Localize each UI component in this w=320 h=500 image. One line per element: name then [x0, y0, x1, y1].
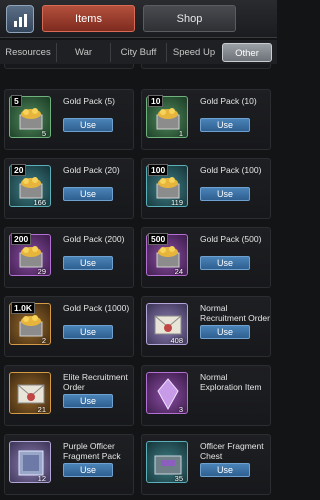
use-button[interactable]: Use: [63, 463, 113, 477]
item-badge: 5: [11, 95, 22, 107]
item-card: 408 Normal Recruitment Order Use: [141, 296, 271, 357]
tab-shop[interactable]: Shop: [143, 5, 236, 32]
item-badge-label: 500: [148, 233, 169, 245]
item-badge-label: 1.0K: [11, 302, 35, 314]
item-badge: 20: [11, 164, 27, 176]
use-button[interactable]: Use: [200, 118, 250, 132]
item-badge-label: 20: [11, 164, 27, 176]
item-card: 21 Elite Recruitment Order Use: [4, 365, 134, 426]
item-name: Gold Pack (10): [200, 96, 257, 106]
item-count: 5: [41, 129, 46, 138]
use-button[interactable]: Use: [63, 187, 113, 201]
use-button[interactable]: Use: [200, 187, 250, 201]
item-name: Purple Officer Fragment Pack: [63, 441, 121, 461]
item-count: 12: [37, 474, 46, 483]
item-card-partial: [4, 64, 134, 69]
item-card: 3 Normal Exploration Item: [141, 365, 271, 426]
use-button[interactable]: Use: [200, 463, 250, 477]
item-name: Elite Recruitment Order: [63, 372, 128, 392]
item-count: 2: [41, 336, 46, 345]
subtab-resources[interactable]: Resources: [0, 43, 57, 62]
subtab-war[interactable]: War: [57, 43, 111, 62]
item-card: 200 29 Gold Pack (200) Use: [4, 227, 134, 288]
item-badge-label: 5: [11, 95, 22, 107]
top-bar: Items Shop: [0, 0, 277, 38]
item-name: Gold Pack (20): [63, 165, 120, 175]
item-card: 1.0K 2 Gold Pack (1000) Use: [4, 296, 134, 357]
item-badge: 10: [148, 95, 164, 107]
item-name: Officer Fragment Chest: [200, 441, 264, 461]
subtab-city-buff[interactable]: City Buff: [111, 43, 167, 62]
use-button[interactable]: Use: [63, 325, 113, 339]
item-badge: 100: [148, 164, 169, 176]
subtab-bar: Resources War City Buff Speed Up Other: [0, 40, 277, 64]
item-name: Gold Pack (1000): [63, 303, 130, 313]
item-card: 35 Officer Fragment Chest Use: [141, 434, 271, 495]
subtab-speed-up[interactable]: Speed Up: [167, 43, 221, 62]
item-list: 5 5 Gold Pack (5) Use 10 1 Gold Pack (10) Use 20…: [0, 64, 277, 500]
bar-chart-icon: [14, 14, 27, 27]
item-card: 100 119 Gold Pack (100) Use: [141, 158, 271, 219]
item-count: 29: [37, 267, 46, 276]
item-card-partial: [141, 64, 271, 69]
item-count: 3: [178, 405, 183, 414]
item-count: 408: [170, 336, 183, 345]
subtab-other[interactable]: Other: [222, 43, 272, 62]
use-button[interactable]: Use: [63, 118, 113, 132]
item-count: 24: [174, 267, 183, 276]
item-card: 500 24 Gold Pack (500) Use: [141, 227, 271, 288]
item-name: Gold Pack (200): [63, 234, 125, 244]
item-card: 20 166 Gold Pack (20) Use: [4, 158, 134, 219]
item-count: 1: [178, 129, 183, 138]
item-badge: 500: [148, 233, 169, 245]
stats-button[interactable]: [6, 5, 34, 33]
tab-items[interactable]: Items: [42, 5, 135, 32]
item-count: 21: [37, 405, 46, 414]
item-name: Normal Exploration Item: [200, 372, 262, 392]
item-name: Gold Pack (100): [200, 165, 262, 175]
item-card: 12 Purple Officer Fragment Pack Use: [4, 434, 134, 495]
use-button[interactable]: Use: [63, 256, 113, 270]
item-badge-label: 100: [148, 164, 169, 176]
item-card: 10 1 Gold Pack (10) Use: [141, 89, 271, 150]
item-count: 119: [171, 198, 183, 207]
item-badge-label: 200: [11, 233, 32, 245]
item-count: 166: [33, 198, 46, 207]
item-badge: 200: [11, 233, 32, 245]
item-card: 5 5 Gold Pack (5) Use: [4, 89, 134, 150]
use-button[interactable]: Use: [63, 394, 113, 408]
item-badge-label: 10: [148, 95, 164, 107]
item-badge: 1.0K: [11, 302, 35, 314]
use-button[interactable]: Use: [200, 325, 250, 339]
item-name: Gold Pack (5): [63, 96, 115, 106]
use-button[interactable]: Use: [200, 256, 250, 270]
item-name: Gold Pack (500): [200, 234, 262, 244]
item-name: Normal Recruitment Order: [200, 303, 270, 323]
item-count: 35: [174, 474, 183, 483]
